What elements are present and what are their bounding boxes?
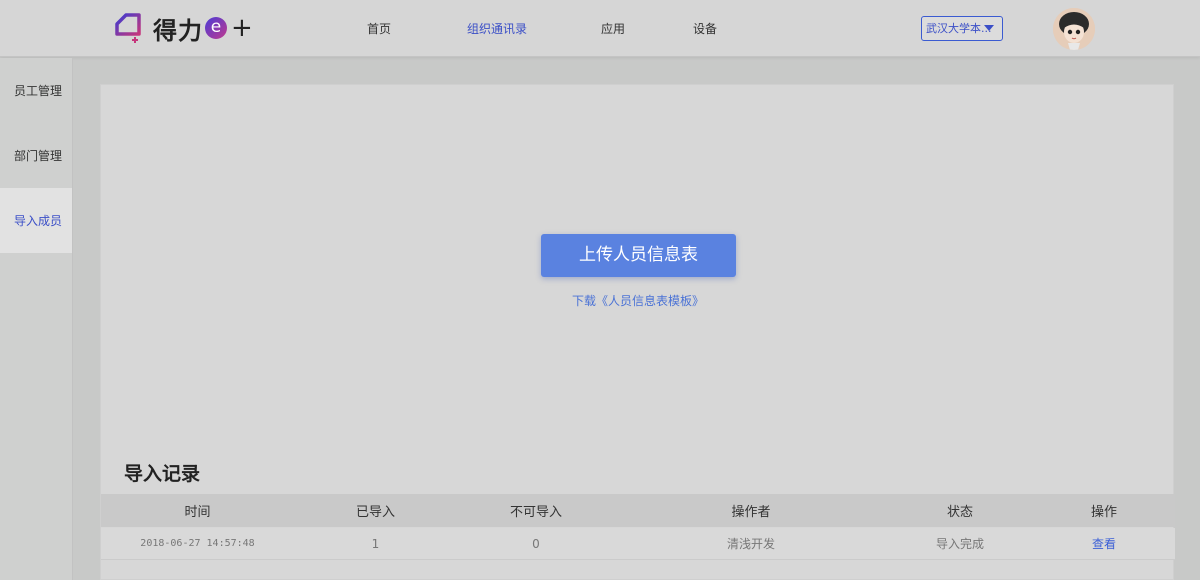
- import-panel: 上传人员信息表 下载《人员信息表模板》 导入记录 时间 已导入 不可导入 操作者…: [100, 84, 1175, 580]
- row-not-importable: 0: [532, 536, 540, 551]
- sidebar-item-department-management[interactable]: 部门管理: [0, 123, 72, 188]
- logo-plus: +: [231, 13, 253, 43]
- column-header-imported: 已导入: [355, 505, 395, 520]
- nav-home[interactable]: 首页: [367, 20, 391, 37]
- column-header-not-importable: 不可导入: [509, 505, 562, 520]
- logo-text: 得力: [153, 16, 203, 45]
- organization-select[interactable]: 武汉大学本...: [921, 16, 1003, 41]
- nav-org-directory[interactable]: 组织通讯录: [467, 20, 527, 37]
- table-row: 2018-06-27 14:57:48 1 0 清浅开发 导入完成 查看: [101, 528, 1175, 560]
- nav-devices[interactable]: 设备: [693, 20, 717, 37]
- logo-house-icon: [113, 12, 143, 44]
- sidebar-item-employee-management[interactable]: 员工管理: [0, 58, 72, 123]
- column-header-time: 时间: [184, 505, 211, 520]
- app-logo[interactable]: 得力 e +: [113, 10, 253, 46]
- sidebar: 员工管理 部门管理 导入成员: [0, 58, 73, 580]
- logo-e-badge: e: [205, 17, 227, 39]
- records-table-header: 时间 已导入 不可导入 操作者 状态 操作: [101, 494, 1175, 527]
- row-operator: 清浅开发: [726, 537, 775, 551]
- upload-staff-sheet-button[interactable]: 上传人员信息表: [541, 234, 736, 277]
- row-status: 导入完成: [935, 537, 984, 551]
- sidebar-item-import-members[interactable]: 导入成员: [0, 188, 72, 253]
- column-header-operator: 操作者: [731, 505, 771, 520]
- column-header-status: 状态: [946, 505, 973, 520]
- column-header-action: 操作: [1090, 505, 1117, 520]
- row-imported: 1: [371, 536, 380, 551]
- download-template-link: 下载《人员信息表模板》: [101, 292, 1175, 309]
- download-template-link-text[interactable]: 下载《人员信息表模板》: [572, 294, 704, 308]
- user-avatar[interactable]: [1053, 8, 1095, 50]
- row-time: 2018-06-27 14:57:48: [140, 538, 255, 549]
- sidebar-item-label: 员工管理: [14, 84, 63, 98]
- view-record-link[interactable]: 查看: [1033, 528, 1175, 559]
- organization-select-value: 武汉大学本...: [926, 22, 992, 35]
- sidebar-item-label: 导入成员: [14, 214, 63, 228]
- nav-apps[interactable]: 应用: [601, 20, 625, 37]
- sidebar-item-label: 部门管理: [14, 149, 63, 163]
- top-header: 得力 e + 首页 组织通讯录 应用 设备 武汉大学本...: [0, 0, 1200, 57]
- import-records-title: 导入记录: [124, 463, 201, 485]
- caret-down-icon: [984, 25, 994, 31]
